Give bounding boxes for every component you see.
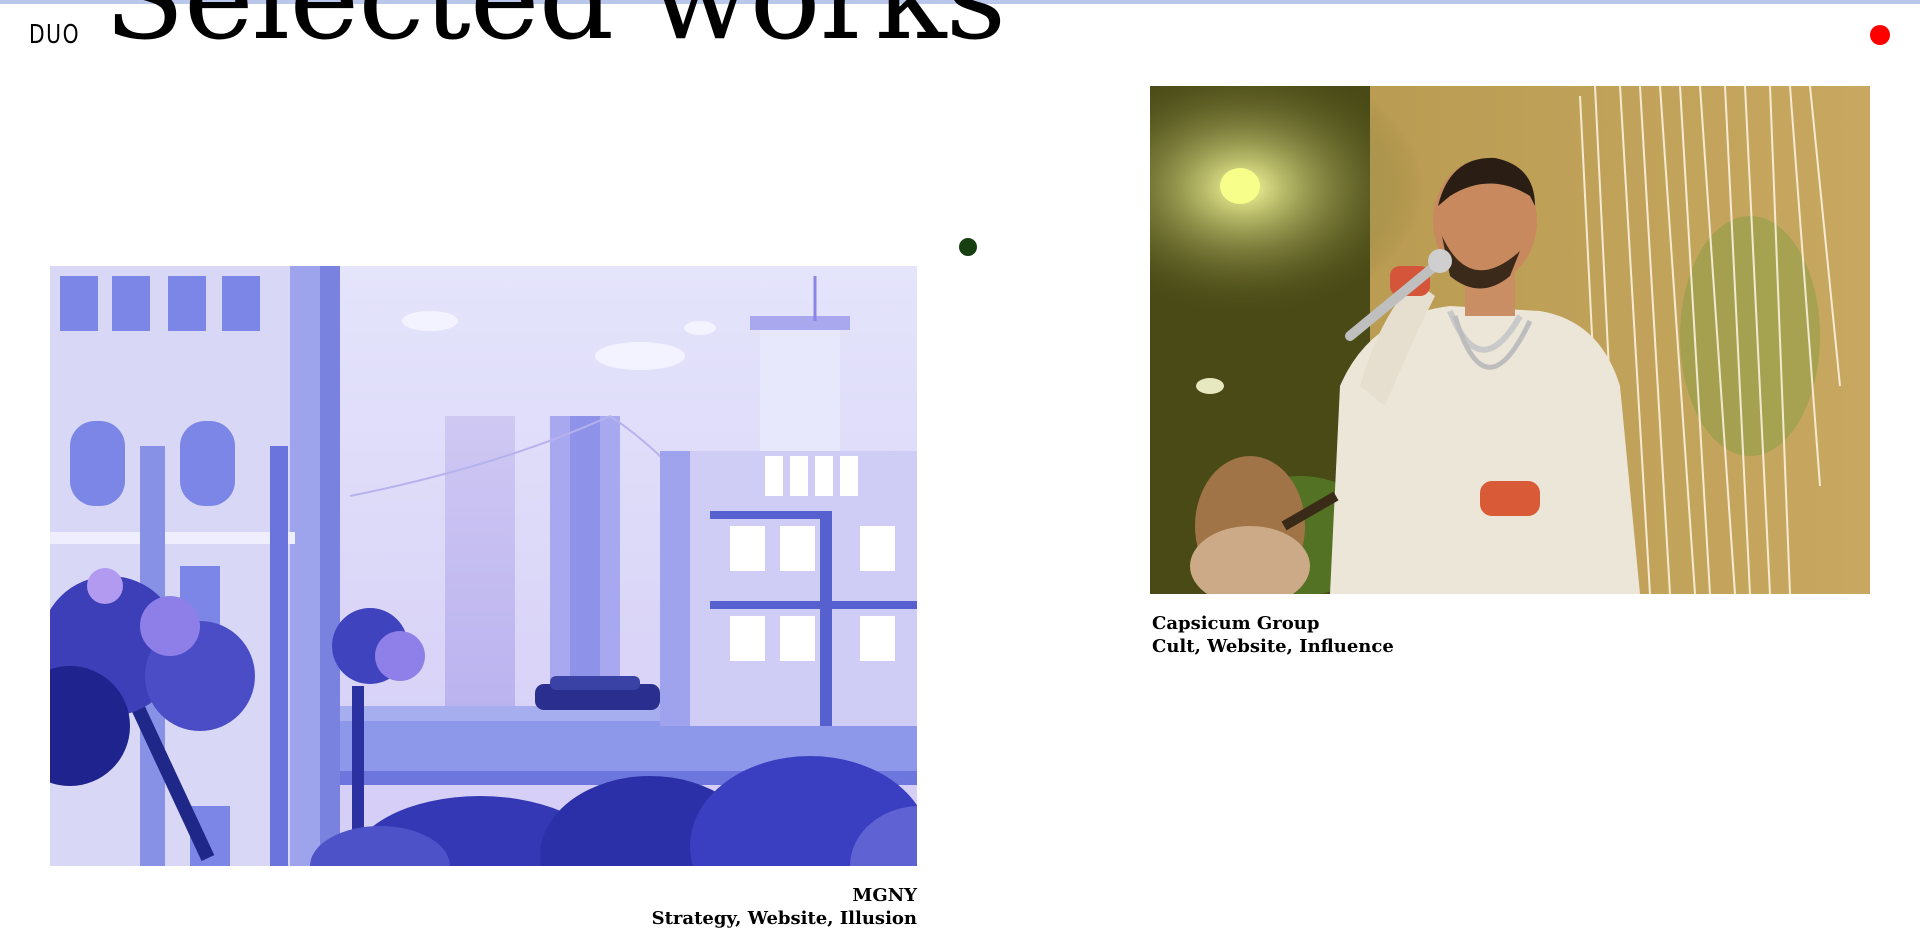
project-tags: Cult, Website, Influence — [1152, 636, 1394, 657]
status-dot[interactable] — [1870, 25, 1890, 45]
main-nav: HOME WORK STUDIO CONTACT — [786, 24, 1170, 43]
project-image-mgny[interactable] — [50, 266, 917, 866]
logo[interactable]: DUO — [29, 20, 80, 50]
project-caption-capsicum: Capsicum Group Cult, Website, Influence — [1150, 612, 1870, 658]
project-name[interactable]: MGNY — [50, 884, 917, 907]
cursor-dot — [959, 238, 977, 256]
project-card-capsicum[interactable]: Capsicum Group Cult, Website, Influence — [1150, 86, 1870, 658]
nav-contact[interactable]: CONTACT — [1055, 24, 1144, 43]
project-image-capsicum[interactable] — [1150, 86, 1870, 594]
nav-work[interactable]: WORK — [871, 24, 930, 43]
nav-studio[interactable]: STUDIO — [956, 24, 1029, 43]
project-tags: Strategy, Website, Illusion — [651, 908, 917, 929]
project-name[interactable]: Capsicum Group — [1152, 612, 1870, 635]
project-card-mgny[interactable]: MGNY Strategy, Website, Illusion — [50, 266, 917, 930]
nav-home[interactable]: HOME — [786, 24, 845, 43]
project-caption-mgny: MGNY Strategy, Website, Illusion — [50, 884, 917, 930]
